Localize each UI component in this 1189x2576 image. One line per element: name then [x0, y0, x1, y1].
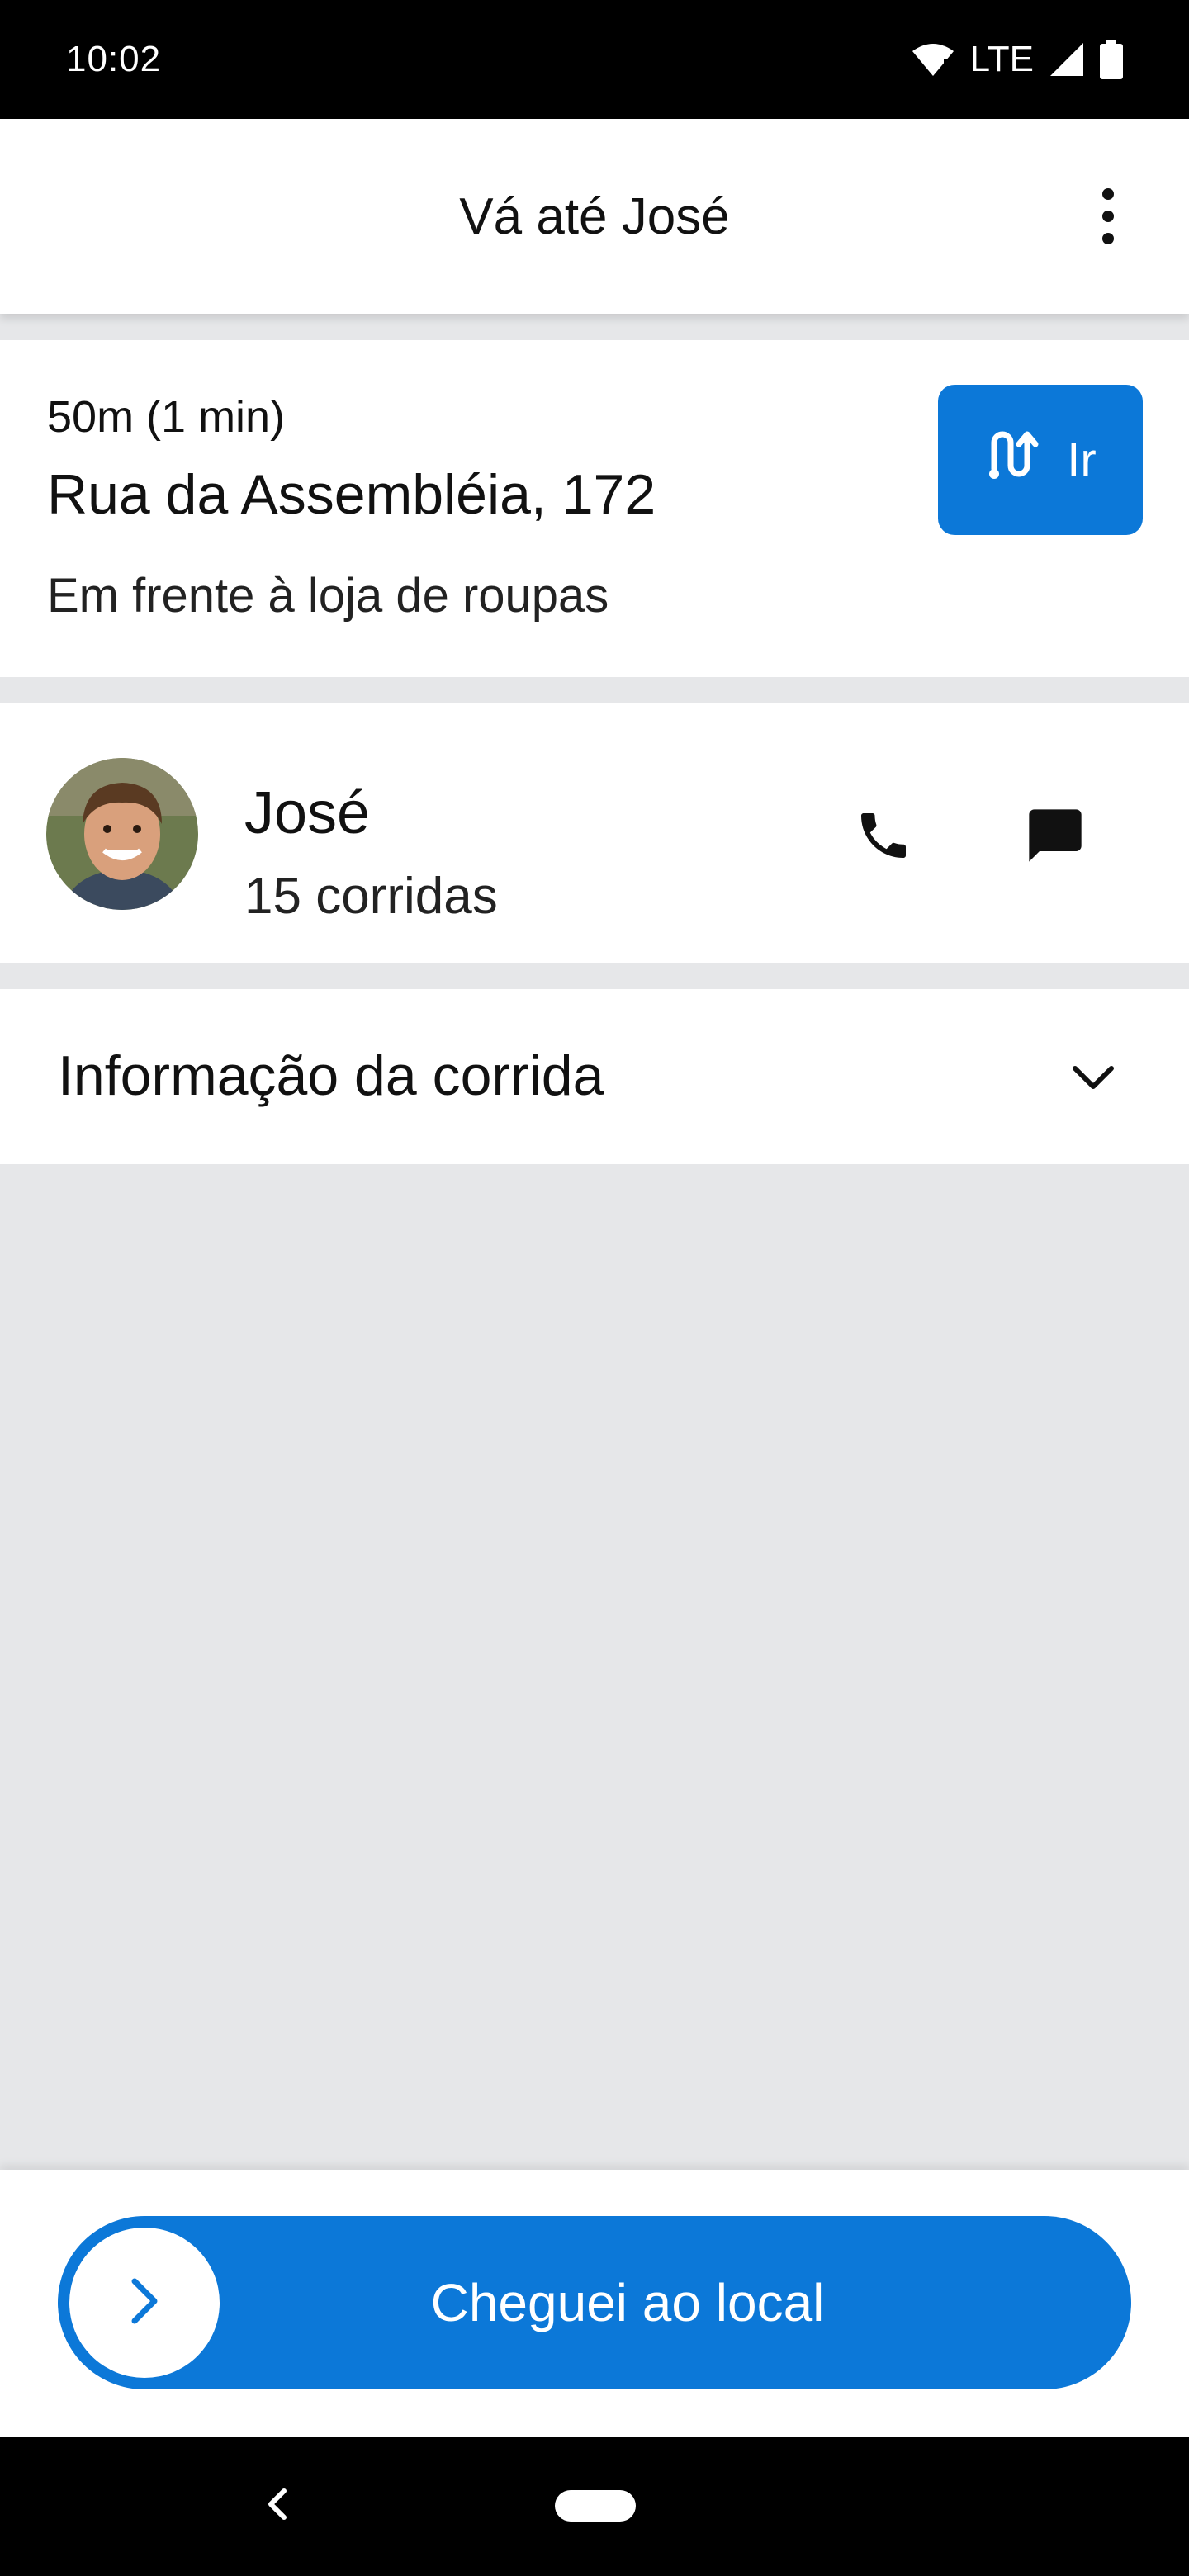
- destination-address: Rua da Assembléia, 172: [47, 463, 656, 526]
- signal-icon: [1049, 41, 1085, 78]
- go-label: Ir: [1067, 433, 1097, 487]
- more-vert-icon[interactable]: [1059, 167, 1158, 266]
- message-icon[interactable]: [1006, 786, 1105, 885]
- chevron-right-icon: [130, 2276, 159, 2330]
- system-nav-bar: [0, 2437, 1189, 2576]
- rider-ride-count: 15 corridas: [244, 868, 498, 925]
- ride-info-title: Informação da corrida: [58, 1044, 604, 1107]
- network-label: LTE: [969, 39, 1034, 79]
- destination-note: Em frente à loja de roupas: [47, 569, 609, 623]
- bottom-panel: Cheguei ao local: [0, 2170, 1189, 2437]
- wifi-icon: [911, 41, 955, 78]
- status-time: 10:02: [66, 39, 162, 79]
- home-pill[interactable]: [555, 2490, 636, 2522]
- chevron-down-icon[interactable]: [1044, 1029, 1143, 1128]
- avatar: [46, 758, 198, 910]
- arrived-slider[interactable]: Cheguei ao local: [58, 2216, 1131, 2389]
- app-header: Vá até José: [0, 119, 1189, 314]
- page-title: Vá até José: [459, 187, 730, 245]
- status-icons: LTE: [911, 39, 1123, 80]
- rider-name: José: [244, 780, 371, 846]
- battery-icon: [1100, 40, 1123, 79]
- slider-knob[interactable]: [69, 2228, 220, 2378]
- destination-card: 50m (1 min) Rua da Assembléia, 172 Em fr…: [0, 340, 1189, 677]
- ride-info-section[interactable]: Informação da corrida: [0, 989, 1189, 1164]
- destination-eta: 50m (1 min): [47, 392, 286, 442]
- route-icon: [984, 424, 1044, 495]
- status-bar: 10:02 LTE: [0, 0, 1189, 119]
- back-icon[interactable]: [244, 2467, 310, 2541]
- go-button[interactable]: Ir: [938, 385, 1143, 535]
- phone-icon[interactable]: [834, 786, 933, 885]
